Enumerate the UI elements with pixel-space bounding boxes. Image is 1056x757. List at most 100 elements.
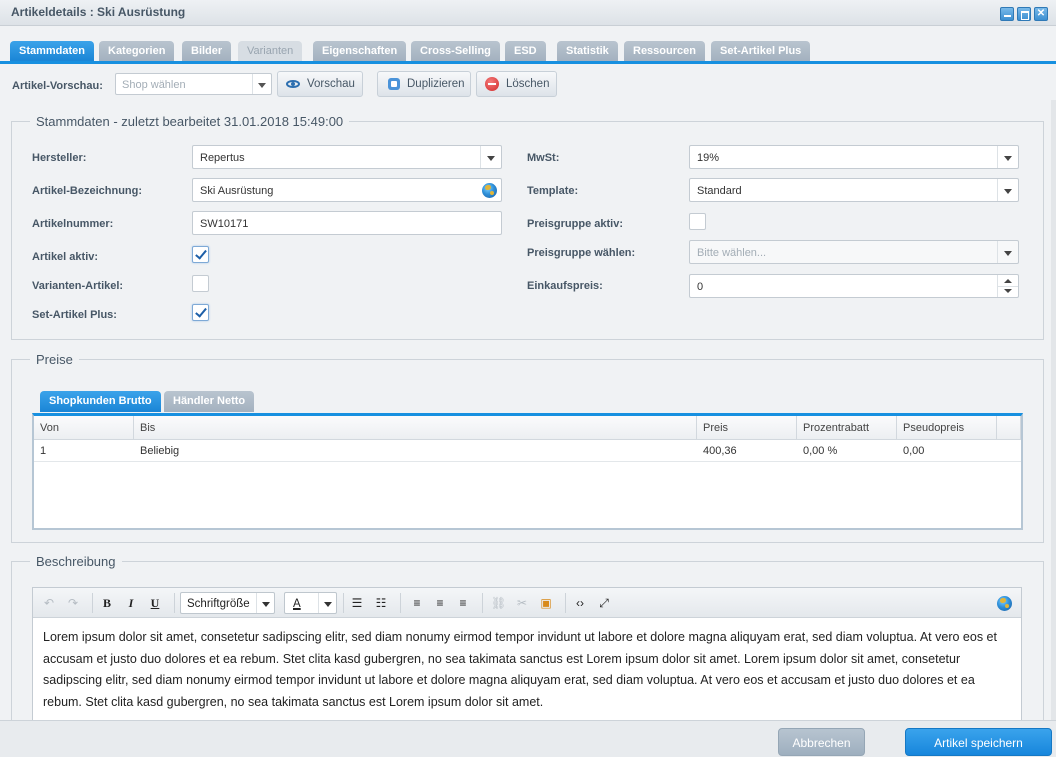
number-spinner-icon[interactable] — [997, 275, 1018, 297]
preisgruppe-waehlen-label: Preisgruppe wählen: — [527, 247, 636, 259]
link-icon[interactable]: ⛓ — [491, 596, 506, 610]
tab-shopkunden-brutto[interactable]: Shopkunden Brutto — [40, 391, 161, 412]
column-header-von[interactable]: Von — [34, 416, 134, 440]
chevron-down-icon[interactable] — [252, 74, 271, 94]
save-article-button[interactable]: Artikel speichern — [905, 728, 1052, 756]
eye-icon — [286, 77, 300, 91]
mwst-value: 19% — [697, 152, 720, 164]
font-color-select[interactable]: A — [284, 592, 337, 614]
window-titlebar: Artikeldetails : Ski Ausrüstung ✕ — [0, 0, 1056, 26]
description-editor[interactable]: ↶ ↷ B I U Schriftgröße A ☰ ☷ ≡ ≡ ≡ ⛓ ✂ ▣… — [32, 587, 1022, 727]
preview-button-label: Vorschau — [307, 78, 355, 90]
chevron-down-icon[interactable] — [997, 179, 1018, 201]
tab-ressourcen[interactable]: Ressourcen — [624, 41, 705, 61]
shop-select[interactable]: Shop wählen — [115, 73, 272, 95]
column-header-bis[interactable]: Bis — [134, 416, 697, 440]
duplicate-button[interactable]: Duplizieren — [377, 71, 471, 97]
beschreibung-legend: Beschreibung — [36, 554, 116, 569]
tab-cross-selling[interactable]: Cross-Selling — [411, 41, 500, 61]
tab-bar: Stammdaten Kategorien Bilder Varianten E… — [0, 36, 1056, 64]
tab-haendler-netto[interactable]: Händler Netto — [164, 391, 255, 412]
tab-statistik[interactable]: Statistik — [557, 41, 618, 61]
numbered-list-icon[interactable]: ☷ — [374, 596, 388, 610]
cell-prozentrabatt[interactable]: 0,00 % — [797, 441, 837, 461]
tab-bilder[interactable]: Bilder — [182, 41, 232, 61]
chevron-down-icon[interactable] — [318, 593, 336, 613]
column-header-spacer — [997, 416, 1021, 440]
tab-eigenschaften[interactable]: Eigenschaften — [313, 41, 407, 61]
bold-icon[interactable]: B — [100, 596, 114, 610]
cell-bis[interactable]: Beliebig — [134, 441, 179, 461]
align-left-icon[interactable]: ≡ — [410, 596, 424, 610]
italic-icon[interactable]: I — [124, 596, 138, 610]
minimize-icon[interactable] — [1000, 7, 1014, 21]
editor-toolbar: ↶ ↷ B I U Schriftgröße A ☰ ☷ ≡ ≡ ≡ ⛓ ✂ ▣… — [33, 588, 1021, 618]
tab-set-artikel-plus[interactable]: Set-Artikel Plus — [711, 41, 811, 61]
source-code-icon[interactable]: ‹› — [573, 596, 587, 610]
tab-kategorien[interactable]: Kategorien — [99, 41, 175, 61]
chevron-down-icon[interactable] — [997, 241, 1018, 263]
cancel-button[interactable]: Abbrechen — [778, 728, 865, 756]
tab-stammdaten[interactable]: Stammdaten — [10, 41, 95, 61]
vertical-scrollbar[interactable] — [1051, 100, 1056, 720]
column-header-pseudopreis[interactable]: Pseudopreis — [897, 416, 997, 440]
varianten-artikel-checkbox[interactable] — [192, 275, 209, 292]
chevron-down-icon[interactable] — [997, 146, 1018, 168]
artikelnummer-value: SW10171 — [200, 218, 249, 230]
artikelnummer-input[interactable]: SW10171 — [192, 211, 502, 235]
toolbar-divider — [343, 593, 344, 613]
translation-globe-icon[interactable] — [482, 183, 497, 198]
toolbar-divider — [174, 593, 175, 613]
toolbar-divider — [565, 593, 566, 613]
bezeichnung-input[interactable]: Ski Ausrüstung — [192, 178, 502, 202]
media-manager-icon[interactable]: ▣ — [539, 596, 553, 610]
preview-button[interactable]: Vorschau — [277, 71, 363, 97]
column-header-preis[interactable]: Preis — [697, 416, 797, 440]
cell-pseudopreis[interactable]: 0,00 — [897, 441, 924, 461]
font-size-select-value: Schriftgröße — [187, 598, 250, 610]
bullet-list-icon[interactable]: ☰ — [350, 596, 364, 610]
article-toolbar: Artikel-Vorschau: Shop wählen Vorschau D… — [0, 64, 1056, 100]
hersteller-select[interactable]: Repertus — [192, 145, 502, 169]
chevron-down-icon[interactable] — [480, 146, 501, 168]
column-header-prozentrabatt[interactable]: Prozentrabatt — [797, 416, 897, 440]
preisgruppe-select[interactable]: Bitte wählen... — [689, 240, 1019, 264]
einkaufspreis-value: 0 — [697, 281, 704, 293]
align-right-icon[interactable]: ≡ — [456, 596, 470, 610]
set-artikel-plus-label: Set-Artikel Plus: — [32, 309, 117, 321]
maximize-icon[interactable] — [1017, 7, 1031, 21]
toolbar-divider — [482, 593, 483, 613]
cell-von[interactable]: 1 — [34, 441, 46, 461]
preise-legend: Preise — [36, 352, 73, 367]
einkaufspreis-input[interactable]: 0 — [689, 274, 1019, 298]
close-icon[interactable]: ✕ — [1034, 7, 1048, 21]
underline-icon[interactable]: U — [148, 596, 162, 610]
chevron-down-icon[interactable] — [256, 593, 274, 613]
duplicate-icon — [386, 77, 400, 91]
delete-button[interactable]: Löschen — [476, 71, 557, 97]
delete-button-label: Löschen — [506, 78, 550, 90]
undo-icon[interactable]: ↶ — [42, 596, 56, 610]
hersteller-label: Hersteller: — [32, 152, 87, 164]
description-text[interactable]: Lorem ipsum dolor sit amet, consetetur s… — [43, 627, 1008, 713]
toolbar-divider — [92, 593, 93, 613]
mwst-select[interactable]: 19% — [689, 145, 1019, 169]
template-label: Template: — [527, 185, 579, 197]
cell-preis[interactable]: 400,36 — [697, 441, 737, 461]
artikel-aktiv-checkbox[interactable] — [192, 246, 209, 263]
table-row-divider — [34, 461, 1021, 462]
preisgruppe-placeholder: Bitte wählen... — [697, 247, 767, 259]
unlink-icon[interactable]: ✂ — [515, 596, 529, 610]
align-center-icon[interactable]: ≡ — [433, 596, 447, 610]
duplicate-button-label: Duplizieren — [407, 78, 465, 90]
translation-globe-icon[interactable] — [997, 596, 1012, 611]
fullscreen-icon[interactable]: ⤢ — [597, 596, 611, 610]
tab-esd[interactable]: ESD — [505, 41, 546, 61]
font-size-select[interactable]: Schriftgröße — [180, 592, 275, 614]
preisgruppe-aktiv-checkbox[interactable] — [689, 213, 706, 230]
template-select[interactable]: Standard — [689, 178, 1019, 202]
set-artikel-plus-checkbox[interactable] — [192, 304, 209, 321]
redo-icon[interactable]: ↷ — [66, 596, 80, 610]
hersteller-value: Repertus — [200, 152, 245, 164]
varianten-artikel-label: Varianten-Artikel: — [32, 280, 124, 292]
